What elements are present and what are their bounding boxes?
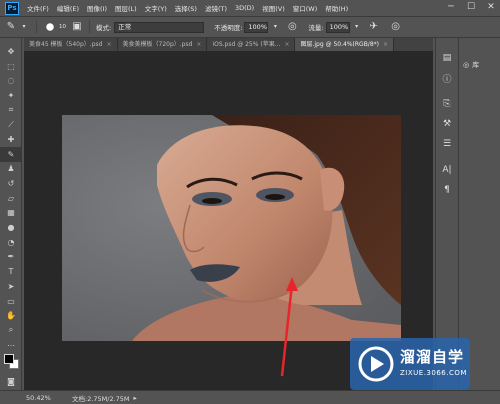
zoom-icon[interactable]: ⌕ (0, 323, 22, 338)
document-tabs: 美食45 模板（540p）.psd × 美食美模板（720p）.psd × iOS.… (24, 38, 433, 51)
menu-help[interactable]: 帮助(H) (325, 3, 348, 13)
menu-filter[interactable]: 滤镜(T) (205, 3, 227, 13)
opacity-field[interactable]: 100% (244, 21, 269, 33)
mode-value: 正常 (118, 23, 132, 31)
status-arrow-icon[interactable]: ▸ (134, 394, 137, 402)
magic-wand-icon[interactable]: ✦ (0, 88, 22, 103)
dropdown-arrow-icon[interactable]: ▾ (18, 21, 30, 33)
libraries-label: 库 (472, 61, 480, 69)
menu-type[interactable]: 文字(Y) (145, 3, 167, 13)
photoshop-logo: Ps (5, 1, 19, 15)
pen-icon[interactable]: ✒ (0, 250, 22, 265)
tab-label: iOS.psd @ 25% (苹果... (212, 41, 281, 48)
path-select-icon[interactable]: ➤ (0, 279, 22, 294)
marquee-icon[interactable]: ⬚ (0, 59, 22, 74)
menu-file[interactable]: 文件(F) (27, 3, 49, 13)
pressure-opacity-icon[interactable]: ◎ (286, 21, 298, 33)
tab-label: 图层.jpg @ 50.4%(RGB/8*) (300, 41, 379, 48)
zoom-level[interactable]: 50.42% (26, 394, 66, 402)
opacity-label: 不透明度: (214, 24, 243, 32)
quick-mask-icon[interactable]: ◙ (0, 374, 22, 389)
blur-icon[interactable]: ● (0, 220, 22, 235)
opacity-value: 100% (248, 23, 267, 31)
close-icon[interactable]: × (106, 41, 111, 48)
minimize-button[interactable]: ─ (446, 2, 456, 12)
status-bar: 50.42% 文档:2.75M/2.75M ▸ (0, 390, 500, 404)
type-icon[interactable]: T (0, 264, 22, 279)
dodge-icon[interactable]: ◔ (0, 235, 22, 250)
menu-select[interactable]: 选择(S) (175, 3, 197, 13)
foreground-color-swatch[interactable] (4, 354, 14, 365)
play-icon (358, 346, 394, 382)
close-icon[interactable]: × (284, 41, 289, 48)
maximize-button[interactable]: ☐ (466, 2, 476, 12)
crop-icon[interactable]: ⌗ (0, 103, 22, 118)
menu-window[interactable]: 窗口(W) (293, 3, 318, 13)
menu-layer[interactable]: 图层(L) (115, 3, 137, 13)
tab-label: 美食美模板（720p）.psd (122, 41, 193, 48)
brush-preset-picker[interactable] (43, 20, 57, 34)
menu-view[interactable]: 视图(V) (262, 3, 285, 13)
paragraph-panel-icon[interactable]: ¶ (436, 180, 458, 200)
flow-value: 100% (329, 23, 349, 31)
tab-document-active[interactable]: 图层.jpg @ 50.4%(RGB/8*) × (295, 38, 395, 51)
layers-comp-icon[interactable]: ⎘ (436, 94, 458, 114)
more-tools-icon[interactable]: ⋯ (0, 338, 22, 353)
flow-field[interactable]: 100% (325, 21, 350, 33)
flow-dropdown-icon[interactable]: ▾ (351, 21, 363, 33)
history-brush-icon[interactable]: ↺ (0, 176, 22, 191)
eyedropper-icon[interactable]: ⟋ (0, 117, 22, 132)
tab-document-1[interactable]: 美食45 模板（540p）.psd × (24, 38, 118, 51)
menu-3d[interactable]: 3D(D) (235, 4, 254, 12)
shape-icon[interactable]: ▭ (0, 294, 22, 309)
tab-document-3[interactable]: iOS.psd @ 25% (苹果... × (207, 38, 296, 51)
close-button[interactable]: ✕ (486, 2, 496, 12)
options-bar: ✎ ▾ 10 ▣ 模式: 正常 不透明度: 100% ▾ ◎ 流量: 100% … (0, 17, 500, 38)
lasso-icon[interactable]: ◌ (0, 73, 22, 88)
tools-panel: ✥ ⬚ ◌ ✦ ⌗ ⟋ ✚ ✎ ♟ ↺ ▱ ▦ ● ◔ ✒ T ➤ ▭ ✋ ⌕ … (0, 38, 22, 390)
hand-icon[interactable]: ✋ (0, 308, 22, 323)
clone-stamp-icon[interactable]: ♟ (0, 162, 22, 177)
close-icon[interactable]: × (196, 41, 201, 48)
watermark-logo: 溜溜自学 ZIXUE.3066.COM (350, 338, 470, 390)
libraries-icon: ◎ (463, 61, 470, 69)
airbrush-icon[interactable]: ✈ (368, 21, 380, 33)
close-icon[interactable]: × (383, 41, 388, 48)
mode-select[interactable]: 正常 (114, 21, 205, 33)
move-icon[interactable]: ✥ (0, 44, 22, 59)
character-panel-icon[interactable]: A| (436, 160, 458, 180)
history-panel-icon[interactable]: ▤ (436, 48, 458, 68)
pressure-size-icon[interactable]: ◎ (390, 21, 402, 33)
flow-label: 流量: (308, 24, 324, 32)
opacity-dropdown-icon[interactable]: ▾ (269, 21, 281, 33)
brush-size-label: 10 (59, 24, 66, 30)
menu-bar: Ps 文件(F) 编辑(E) 图像(I) 图层(L) 文字(Y) 选择(S) 滤… (0, 0, 500, 17)
watermark-title: 溜溜自学 (400, 348, 465, 366)
document-size: 文档:2.75M/2.75M (72, 394, 130, 403)
watermark-subtitle: ZIXUE.3066.COM (400, 369, 467, 377)
adjustments-icon[interactable]: ☰ (436, 134, 458, 154)
gradient-icon[interactable]: ▦ (0, 206, 22, 221)
color-swatches (0, 352, 21, 374)
brush-icon[interactable]: ✎ (0, 146, 22, 162)
eraser-icon[interactable]: ▱ (0, 191, 22, 206)
brush-tool-icon[interactable]: ✎ (5, 21, 17, 33)
libraries-tab[interactable]: ◎ 库 (459, 56, 500, 74)
portrait-image (62, 115, 401, 341)
mode-label: 模式: (96, 24, 112, 32)
menu-image[interactable]: 图像(I) (87, 3, 107, 13)
brush-presets-icon[interactable]: ⚒ (436, 114, 458, 134)
info-panel-icon[interactable]: ⓘ (436, 68, 458, 88)
tab-document-2[interactable]: 美食美模板（720p）.psd × (117, 38, 208, 51)
healing-brush-icon[interactable]: ✚ (0, 132, 22, 147)
tab-label: 美食45 模板（540p）.psd (29, 41, 103, 48)
menu-edit[interactable]: 编辑(E) (57, 3, 79, 13)
document-canvas[interactable] (62, 115, 401, 341)
brush-panel-toggle-icon[interactable]: ▣ (71, 21, 83, 33)
